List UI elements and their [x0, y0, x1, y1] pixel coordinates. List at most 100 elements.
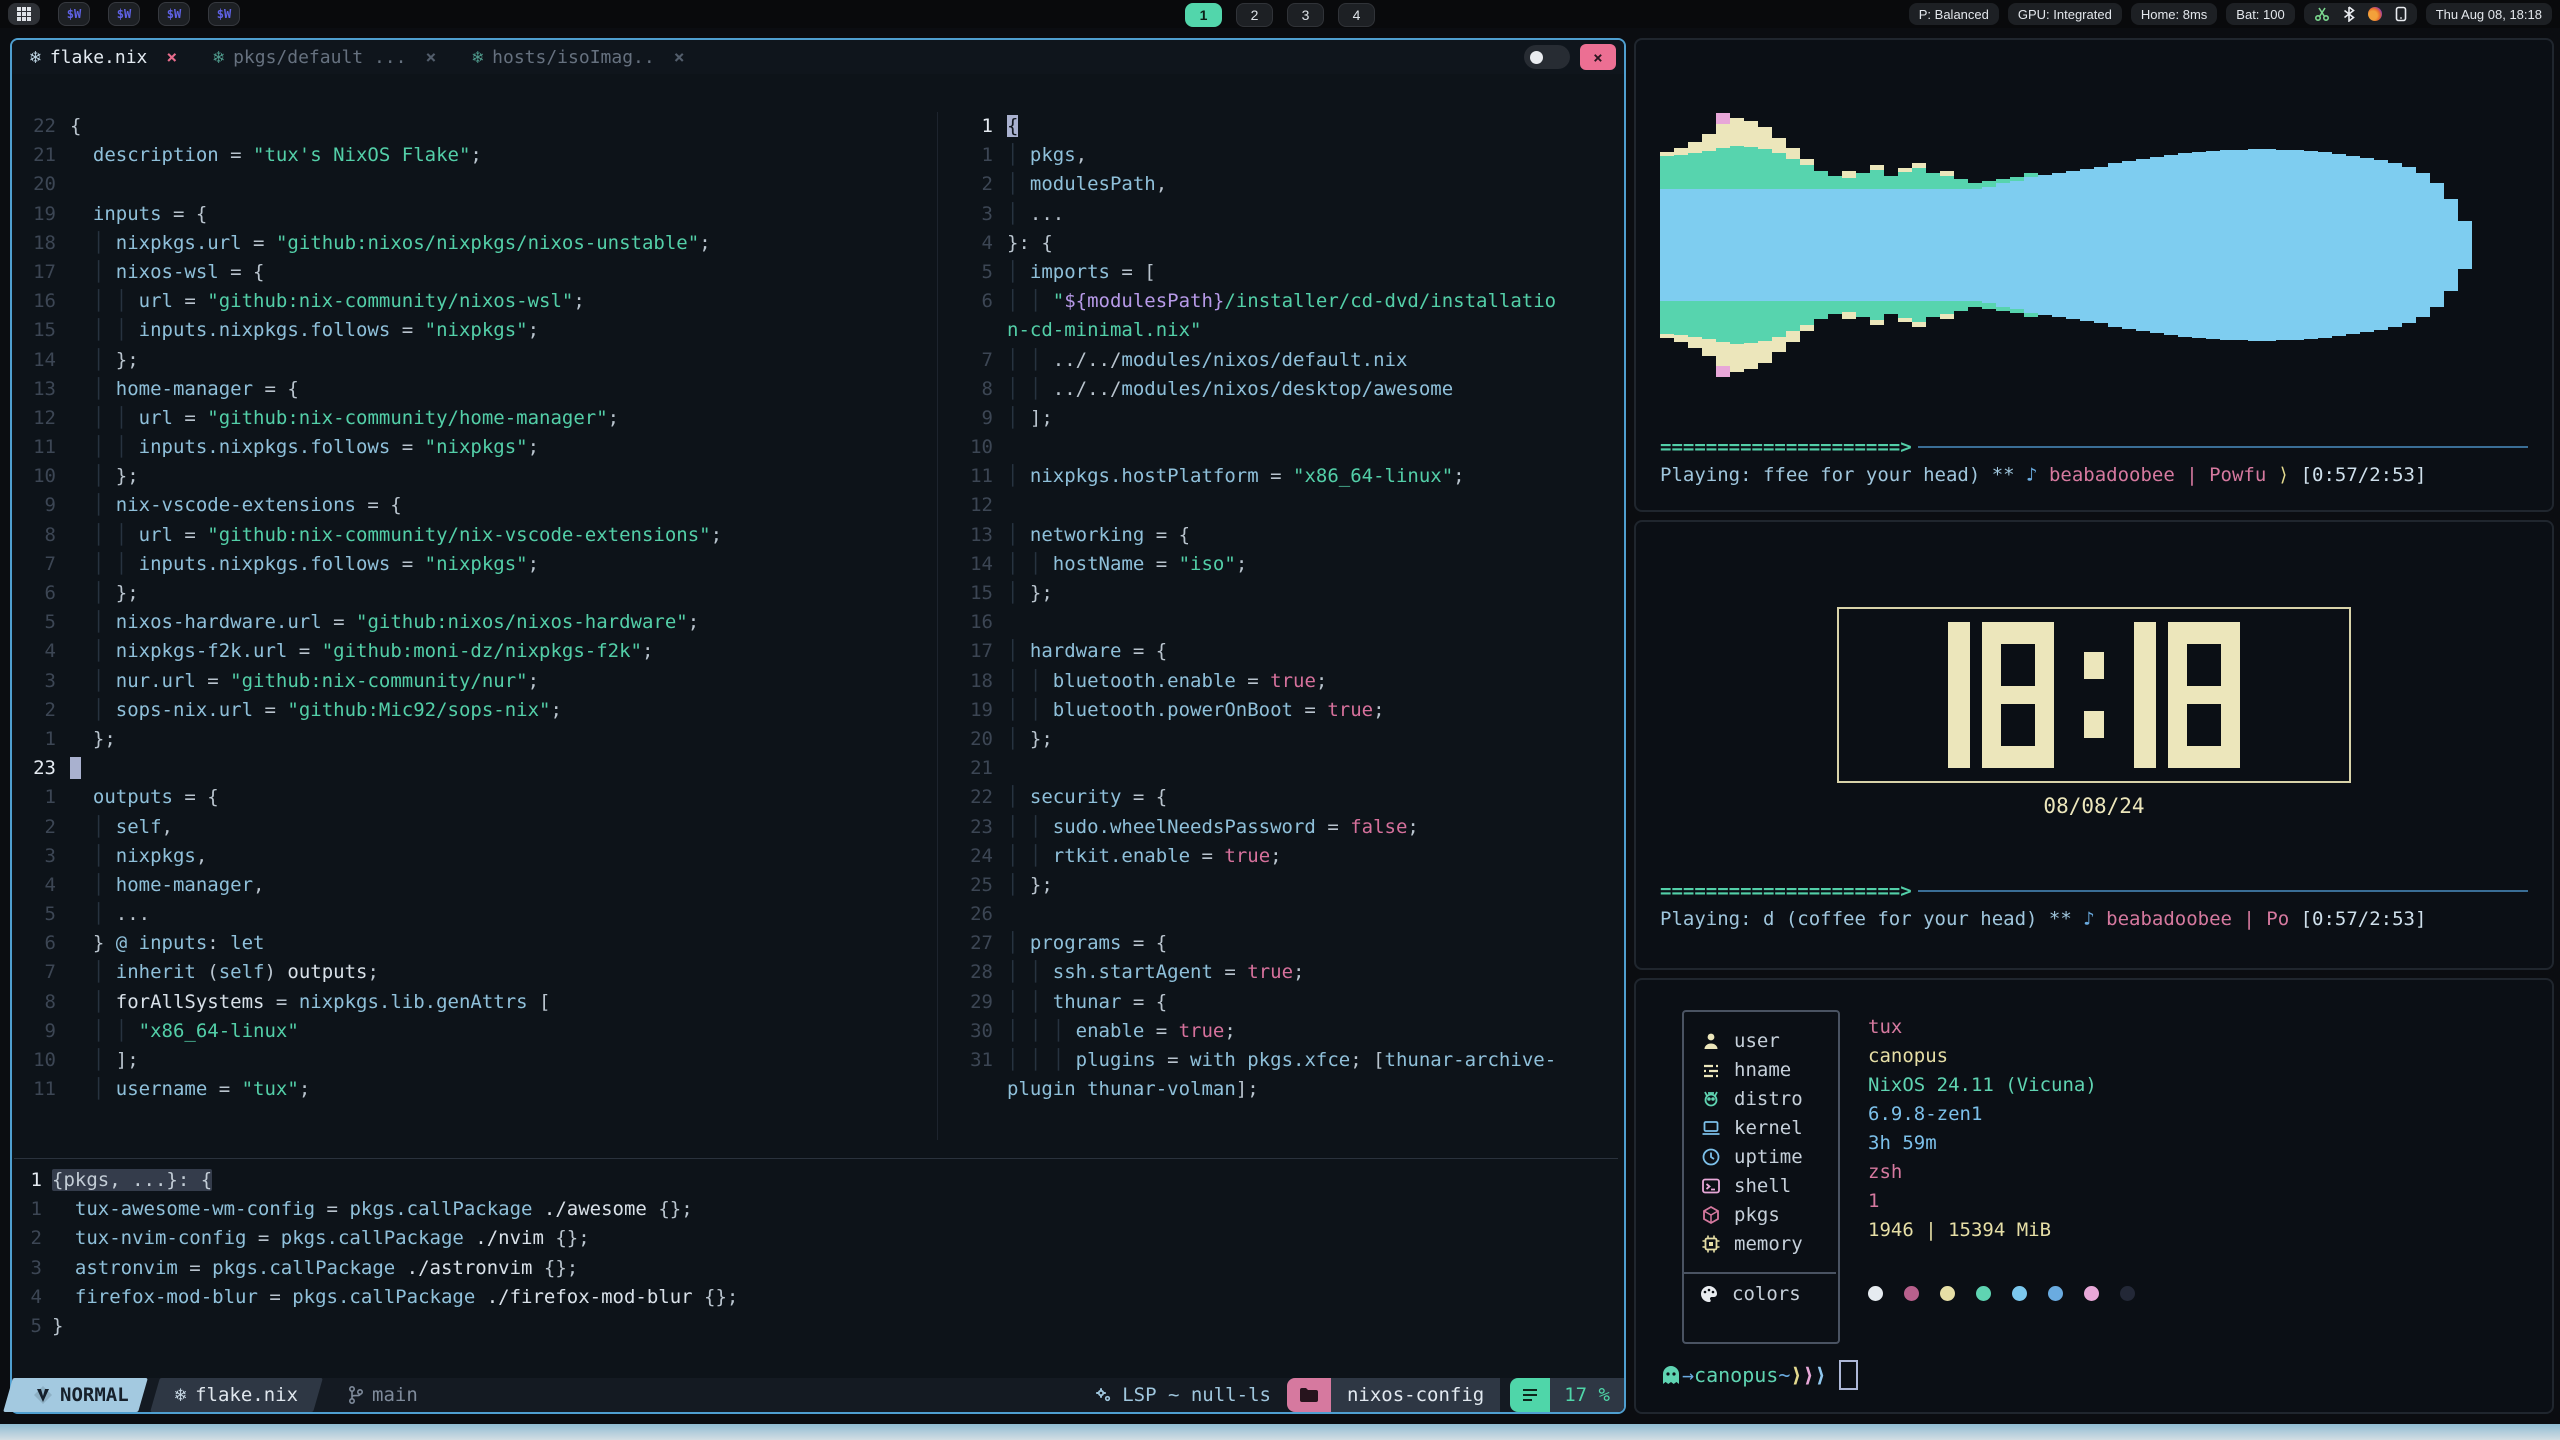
window-toggle-button[interactable]: [1524, 45, 1570, 69]
shell-prompt[interactable]: → canopus ~ ⟩⟩⟩: [1660, 1360, 1858, 1390]
code-pane-left[interactable]: 22{21 description = "tux's NixOS Flake";…: [12, 112, 937, 1104]
code-line: 9 │ nix-vscode-extensions = {: [12, 491, 937, 520]
code-line: 16: [949, 608, 1619, 637]
visualizer-bar: [1898, 45, 1912, 445]
line-number: 11: [949, 462, 1007, 491]
gears-icon: [1093, 1385, 1113, 1405]
line-number: 2: [949, 170, 1007, 199]
fetch-label: pkgs: [1734, 1204, 1780, 1226]
pane-separator-vertical[interactable]: [937, 112, 938, 1140]
line-number: 1: [12, 1195, 52, 1224]
visualizer-bar: [1940, 45, 1954, 445]
code-line: 18│ │ bluetooth.enable = true;: [949, 667, 1619, 696]
visualizer-bar: [1996, 45, 2010, 445]
visualizer-bar: [1716, 45, 1730, 445]
code-line: 1 outputs = {: [12, 783, 937, 812]
workspace-button-4[interactable]: $W: [208, 2, 240, 26]
line-number: 4: [12, 637, 70, 666]
scissors-icon[interactable]: [2314, 6, 2330, 22]
clock-digit: [1982, 622, 2054, 768]
line-number: 9: [12, 491, 70, 520]
fetch-value-memory: 1946 | 15394 MiB: [1868, 1219, 2051, 1241]
code-line: 5│ imports = [: [949, 258, 1619, 287]
visualizer-bar: [2360, 45, 2374, 445]
fetch-label: memory: [1734, 1233, 1803, 1255]
project-name[interactable]: nixos-config: [1331, 1378, 1500, 1412]
bluetooth-icon[interactable]: [2343, 6, 2355, 22]
code-line: 25│ };: [949, 871, 1619, 900]
code-line: 5 │ nixos-hardware.url = "github:nixos/n…: [12, 608, 937, 637]
fetch-row-uptime: uptime: [1700, 1142, 1803, 1171]
close-tab-icon[interactable]: ×: [425, 47, 436, 68]
line-number: 1: [949, 141, 1007, 170]
visualizer-bar: [2276, 45, 2290, 445]
close-tab-icon[interactable]: ×: [674, 47, 685, 68]
phone-icon[interactable]: [2395, 6, 2407, 22]
code-line: 11│ nixpkgs.hostPlatform = "x86_64-linux…: [949, 462, 1619, 491]
code-line: 27│ programs = {: [949, 929, 1619, 958]
code-line: 12 │ │ url = "github:nix-community/home-…: [12, 404, 937, 433]
pane-separator-horizontal[interactable]: [14, 1158, 1618, 1159]
code-line: 29│ │ thunar = {: [949, 988, 1619, 1017]
close-tab-icon[interactable]: ×: [166, 47, 177, 68]
visualizer-bar: [2206, 45, 2220, 445]
firefox-icon[interactable]: [2368, 7, 2382, 21]
visualizer-bar: [2374, 45, 2388, 445]
clock-digit: [2168, 622, 2240, 768]
code-line: 2 │ self,: [12, 813, 937, 842]
visualizer-bar: [2052, 45, 2066, 445]
fetch-label: user: [1734, 1030, 1780, 1052]
visualizer-bar: [1828, 45, 1842, 445]
line-number: 20: [12, 170, 70, 199]
line-number: 4: [949, 229, 1007, 258]
code-line: 17 │ nixos-wsl = {: [12, 258, 937, 287]
visualizer-bar: [2262, 45, 2276, 445]
code-pane-right[interactable]: 1{1│ pkgs,2│ modulesPath,3│ ...4}: {5│ i…: [949, 112, 1619, 1104]
line-number: 8: [12, 988, 70, 1017]
app-launcher-button[interactable]: [8, 3, 40, 25]
workspace-buttons: $W $W $W $W: [58, 2, 240, 26]
visualizer-bar: [1772, 45, 1786, 445]
code-line: 8│ │ ../../modules/nixos/desktop/awesome: [949, 375, 1619, 404]
window-close-button[interactable]: ×: [1580, 44, 1616, 70]
code-line: 2 tux-nvim-config = pkgs.callPackage ./n…: [12, 1224, 1612, 1253]
line-number: 1: [12, 783, 70, 812]
system-tray: [2304, 3, 2417, 25]
tag-4[interactable]: 4: [1338, 3, 1375, 27]
line-number: 15: [12, 316, 70, 345]
editor-tab-3[interactable]: ❄hosts/isoImag..×: [454, 40, 702, 74]
visualizer-bar: [2038, 45, 2052, 445]
tag-3[interactable]: 3: [1287, 3, 1324, 27]
workspace-button-1[interactable]: $W: [58, 2, 90, 26]
line-number: 6: [12, 929, 70, 958]
clock-digit: [1948, 622, 1970, 768]
now-playing: Playing: d (coffee for your head) ** ♪ b…: [1660, 908, 2528, 930]
fetch-value-kernel: 6.9.8-zen1: [1868, 1103, 1982, 1125]
git-branch[interactable]: main: [328, 1378, 438, 1412]
visualizer-bar: [2080, 45, 2094, 445]
tab-label: flake.nix: [50, 47, 148, 68]
editor-tab-1[interactable]: ❄flake.nix×: [12, 40, 195, 74]
workspace-button-2[interactable]: $W: [108, 2, 140, 26]
code-pane-bottom[interactable]: 1{pkgs, ...}: {1 tux-awesome-wm-config =…: [12, 1166, 1612, 1341]
scroll-chip: [1510, 1378, 1550, 1412]
visualizer-bar: [2444, 45, 2458, 445]
visualizer-bar: [1912, 45, 1926, 445]
code-line: 24│ │ rtkit.enable = true;: [949, 842, 1619, 871]
tag-1[interactable]: 1: [1185, 3, 1222, 27]
project-folder-chip[interactable]: [1287, 1378, 1331, 1412]
visualizer-bar: [1870, 45, 1884, 445]
palette-icon: [1698, 1284, 1720, 1304]
code-line: 10 │ };: [12, 462, 937, 491]
line-number: 13: [12, 375, 70, 404]
workspace-button-3[interactable]: $W: [158, 2, 190, 26]
code-line: 3 astronvim = pkgs.callPackage ./astronv…: [12, 1254, 1612, 1283]
visualizer-bar: [2122, 45, 2136, 445]
tag-2[interactable]: 2: [1236, 3, 1273, 27]
code-line: 10 │ ];: [12, 1046, 937, 1075]
terminal-fetch-window[interactable]: userhnamedistrokerneluptimeshellpkgsmemo…: [1634, 978, 2554, 1414]
terminal-cursor[interactable]: [1839, 1360, 1858, 1390]
visualizer-bar: [1968, 45, 1982, 445]
editor-tab-2[interactable]: ❄pkgs/default ...×: [195, 40, 454, 74]
visualizer-bar: [2248, 45, 2262, 445]
